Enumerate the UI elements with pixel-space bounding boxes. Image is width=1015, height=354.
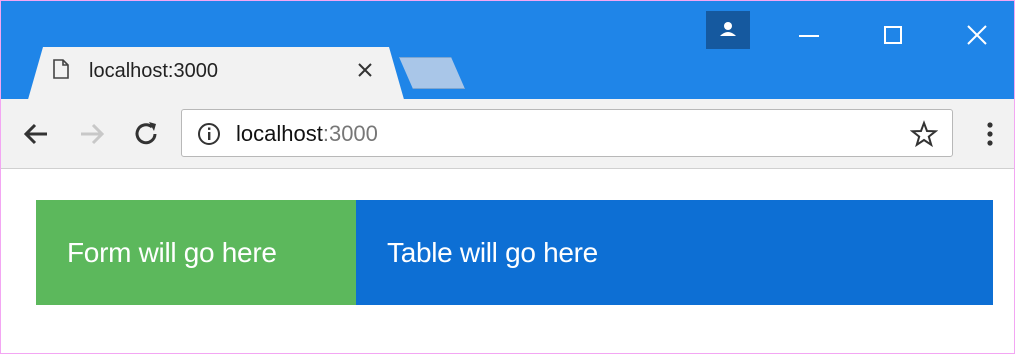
address-bar[interactable]: localhost:3000 [181, 109, 953, 157]
url-text[interactable]: localhost:3000 [236, 121, 378, 147]
minimize-icon [799, 35, 819, 37]
page-content: Form will go here Table will go here [1, 170, 1014, 353]
minimize-button[interactable] [789, 13, 829, 49]
star-icon[interactable] [910, 120, 938, 148]
back-arrow-icon[interactable] [19, 117, 53, 151]
table-placeholder-panel: Table will go here [356, 200, 993, 305]
person-icon [720, 22, 736, 36]
maximize-button[interactable] [873, 13, 913, 49]
browser-toolbar: localhost:3000 [1, 99, 1014, 169]
new-tab-button[interactable] [399, 57, 465, 89]
browser-window: localhost:3000 localhost:3000 Form will … [0, 0, 1015, 354]
title-bar: localhost:3000 [1, 1, 1014, 103]
tab-close-icon[interactable] [354, 58, 376, 83]
maximize-icon [884, 26, 902, 44]
close-window-button[interactable] [957, 13, 997, 49]
tab-title: localhost:3000 [89, 60, 218, 82]
close-icon [967, 25, 987, 45]
page-icon [53, 59, 69, 79]
profile-button[interactable] [706, 11, 750, 49]
url-host: localhost [236, 121, 323, 146]
menu-dots-icon[interactable] [981, 117, 999, 151]
forward-arrow-icon[interactable] [75, 117, 109, 151]
info-icon[interactable] [196, 121, 222, 147]
reload-icon[interactable] [129, 117, 163, 151]
form-placeholder-panel: Form will go here [36, 200, 356, 305]
url-port: :3000 [322, 121, 378, 146]
